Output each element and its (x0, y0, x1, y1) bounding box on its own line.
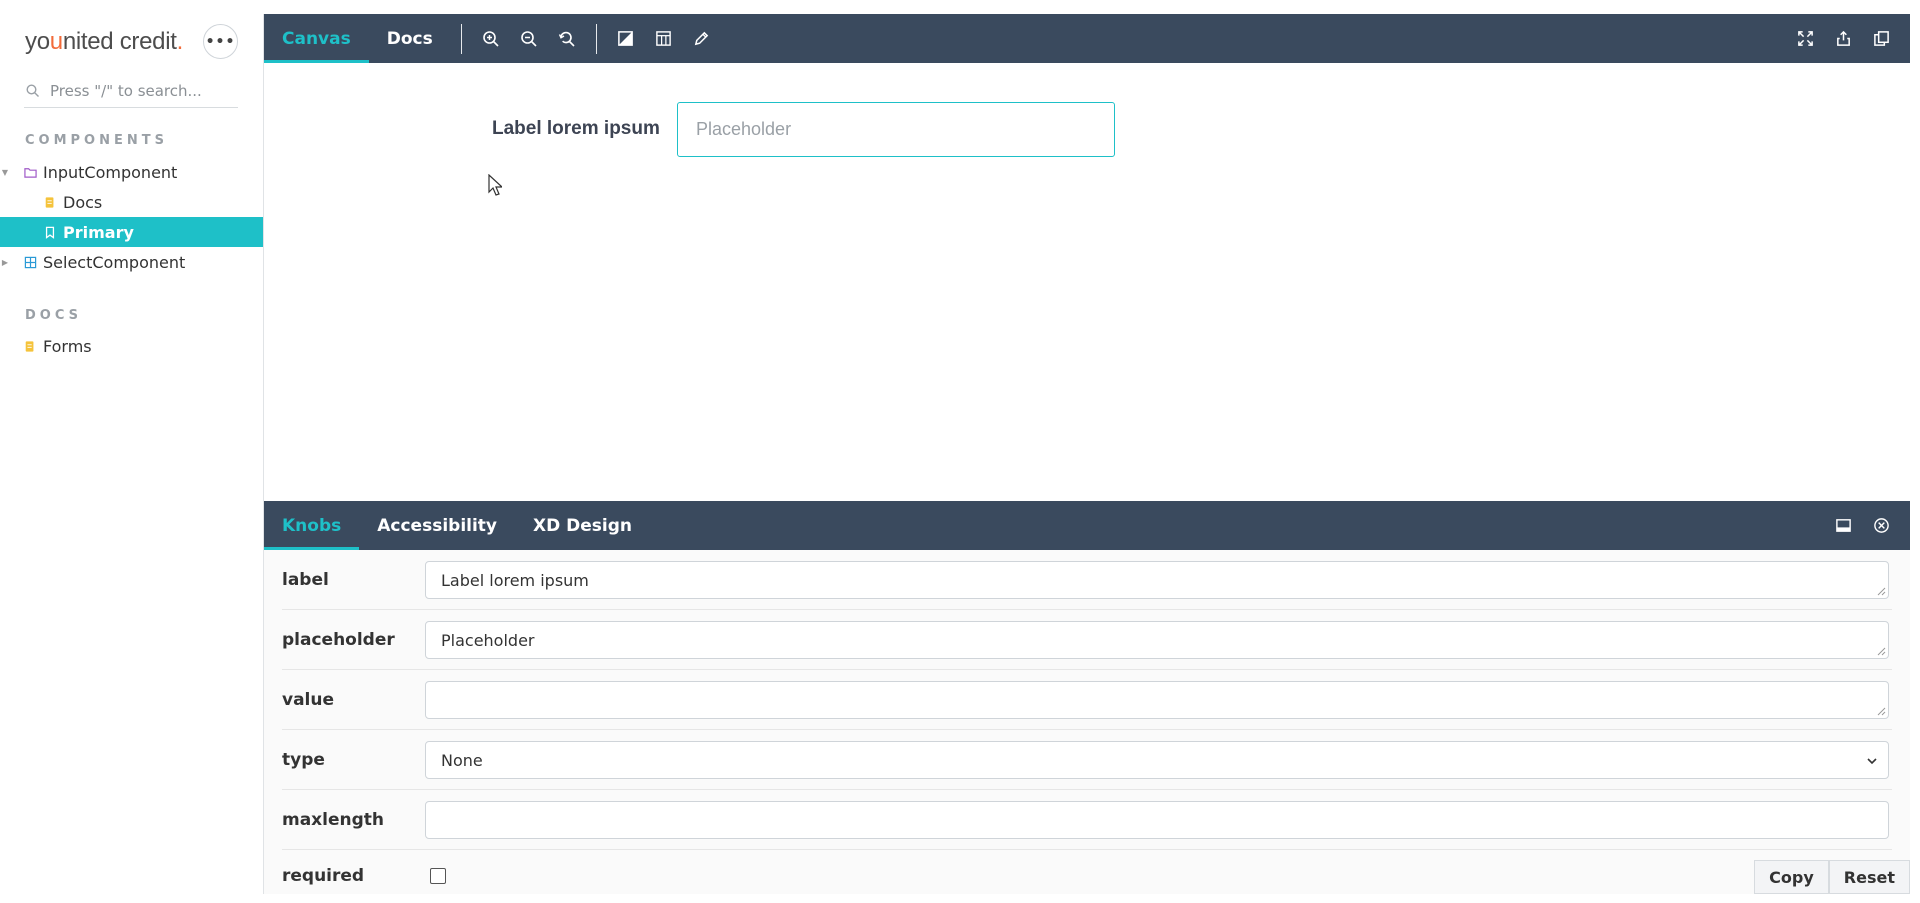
knob-field-value: Placeholder (441, 630, 535, 650)
more-options-icon: ••• (205, 33, 236, 50)
measure-button[interactable] (683, 14, 721, 63)
knobs-actions: Copy Reset (1754, 860, 1910, 894)
copy-link-button[interactable] (1862, 14, 1900, 63)
copy-link-icon (1873, 31, 1889, 46)
reset-button[interactable]: Reset (1828, 860, 1910, 894)
panel-orientation-icon (1835, 519, 1851, 532)
story-text-input[interactable] (677, 102, 1115, 157)
document-icon (43, 195, 57, 209)
zoom-out-icon (520, 30, 537, 47)
knob-row-label: label Label lorem ipsum (282, 550, 1892, 610)
brand-row: younited credit. ••• (25, 22, 255, 62)
knob-row-maxlength: maxlength (282, 790, 1892, 850)
zoom-in-icon (482, 30, 499, 47)
knob-label: required (282, 866, 365, 886)
addons-right-tools (1824, 501, 1900, 550)
section-title-docs: DOCS (25, 308, 82, 323)
zoom-out-button[interactable] (510, 14, 548, 63)
search-input[interactable] (50, 78, 235, 104)
knob-label: type (282, 750, 325, 770)
toolbar-divider (595, 23, 597, 54)
share-icon (1836, 30, 1850, 46)
tree-item-inputcomponent[interactable]: ▼ InputComponent (0, 157, 263, 187)
resize-grip-icon[interactable] (1876, 706, 1886, 716)
close-panel-icon (1873, 518, 1889, 533)
knob-label-field[interactable]: Label lorem ipsum (425, 561, 1889, 599)
tree-item-label: InputComponent (43, 162, 178, 182)
tree-item-primary[interactable]: Primary (0, 217, 263, 247)
knob-row-required: required (282, 850, 1892, 894)
tab-accessibility[interactable]: Accessibility (359, 501, 515, 550)
knob-label: maxlength (282, 810, 385, 830)
tree-item-forms[interactable]: Forms (0, 331, 263, 361)
knob-label: placeholder (282, 630, 395, 650)
toolbar-divider (460, 23, 462, 54)
preview-toolbar: Canvas Docs (264, 14, 1910, 63)
more-options-button[interactable]: ••• (203, 24, 238, 59)
resize-grip-icon[interactable] (1876, 586, 1886, 596)
sidebar: younited credit. ••• COMPONENTS ▼ InputC… (0, 0, 263, 903)
caret-down-icon[interactable]: ▼ (0, 168, 10, 177)
tree-item-docs[interactable]: Docs (0, 187, 263, 217)
tree-item-label: Primary (63, 222, 134, 242)
knob-type-select[interactable]: None (425, 741, 1889, 779)
knob-select-value: None (441, 750, 483, 770)
knob-row-placeholder: placeholder Placeholder (282, 610, 1892, 670)
knob-value-field[interactable] (425, 681, 1889, 719)
tab-canvas[interactable]: Canvas (264, 14, 369, 63)
fullscreen-icon (1797, 31, 1813, 46)
tab-xd-design[interactable]: XD Design (515, 501, 650, 550)
share-button[interactable] (1824, 14, 1862, 63)
background-button[interactable] (607, 14, 645, 63)
mouse-cursor-icon (488, 174, 502, 196)
document-icon (23, 339, 37, 353)
copy-button[interactable]: Copy (1754, 860, 1829, 894)
measure-icon (695, 31, 709, 46)
tree-item-selectcomponent[interactable]: ▶ SelectComponent (0, 247, 263, 277)
knob-label: value (282, 690, 335, 710)
grid-icon (656, 31, 672, 46)
panel-orientation-button[interactable] (1824, 501, 1862, 550)
folder-icon (23, 165, 37, 179)
knob-maxlength-field[interactable] (425, 801, 1889, 839)
knobs-panel: label Label lorem ipsum placeholder Plac… (264, 550, 1910, 894)
bookmark-icon (43, 225, 57, 239)
tab-knobs[interactable]: Knobs (264, 501, 360, 550)
zoom-in-button[interactable] (472, 14, 510, 63)
search-bar (24, 78, 238, 108)
main-panel: Canvas Docs Label lorem ipsum Placeholde… (263, 14, 1910, 894)
search-icon (26, 84, 39, 97)
knob-row-type: type None (282, 730, 1892, 790)
brand-logo[interactable]: younited credit. (25, 28, 183, 56)
knob-row-value: value (282, 670, 1892, 730)
component-icon (23, 255, 37, 269)
story-input-label: Label lorem ipsum (492, 118, 660, 139)
zoom-reset-icon (558, 31, 575, 47)
close-panel-button[interactable] (1862, 501, 1900, 550)
knob-placeholder-field[interactable]: Placeholder (425, 621, 1889, 659)
addons-tabbar: Knobs Accessibility XD Design (264, 501, 1910, 550)
zoom-reset-button[interactable] (548, 14, 586, 63)
chevron-down-icon (1867, 758, 1877, 765)
caret-right-icon[interactable]: ▶ (0, 258, 10, 267)
tree-item-label: Forms (43, 336, 92, 356)
preview-canvas: Label lorem ipsum (264, 63, 1910, 501)
resize-grip-icon[interactable] (1876, 646, 1886, 656)
tree-item-label: Docs (63, 192, 103, 212)
tree-item-label: SelectComponent (43, 252, 186, 272)
knob-required-checkbox[interactable] (430, 868, 446, 884)
knob-label: label (282, 570, 329, 590)
toolbar-right (1786, 14, 1900, 63)
fullscreen-button[interactable] (1786, 14, 1824, 63)
grid-button[interactable] (645, 14, 683, 63)
background-icon (618, 31, 634, 46)
knob-field-value: Label lorem ipsum (441, 570, 589, 590)
tab-docs[interactable]: Docs (369, 14, 451, 63)
section-title-components: COMPONENTS (25, 133, 168, 148)
